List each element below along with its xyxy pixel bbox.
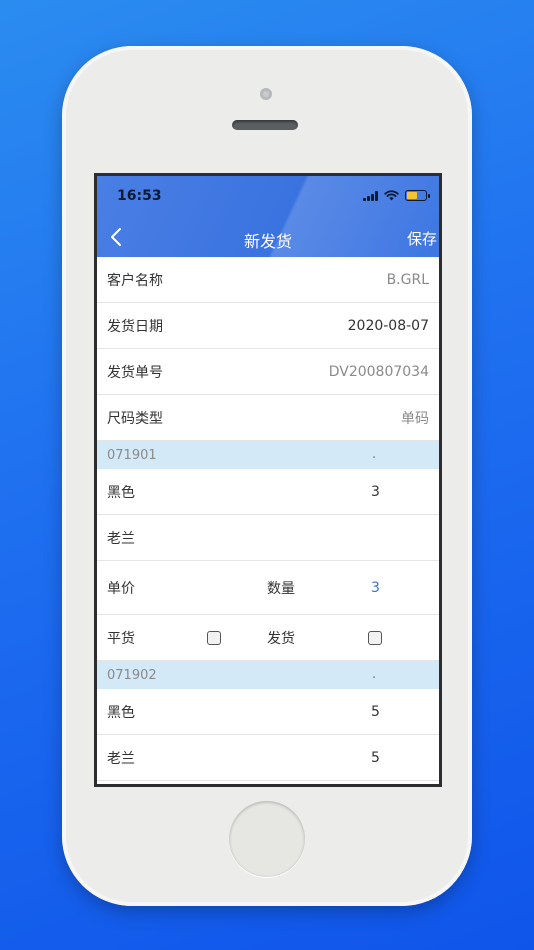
item-dot: . xyxy=(372,667,377,682)
save-button[interactable]: 保存 xyxy=(407,228,437,249)
size-type-value[interactable]: 单码 xyxy=(401,408,429,428)
item-color-qty: 5 xyxy=(371,703,380,720)
item-color-label: 黑色 xyxy=(107,704,135,721)
flat-goods-label: 平货 xyxy=(107,630,135,647)
speaker-grille xyxy=(232,120,298,130)
item-section-header: 071902 . xyxy=(97,661,439,689)
item-price-qty-row: 单价 数量 3 xyxy=(97,561,439,615)
nav-bar: 新发货 保存 xyxy=(97,216,439,257)
quantity-label: 数量 xyxy=(267,580,295,597)
wifi-icon xyxy=(384,190,399,201)
page-title: 新发货 xyxy=(243,232,292,251)
item-code: 071902 xyxy=(107,667,157,683)
item-code: 071901 xyxy=(107,447,157,463)
item-color-row: 黑色 3 xyxy=(97,469,439,515)
ship-checkbox[interactable] xyxy=(368,630,382,645)
status-bar: 16:53 xyxy=(97,176,439,216)
ship-number-value[interactable]: DV200807034 xyxy=(329,364,429,380)
size-type-row[interactable]: 尺码类型 单码 xyxy=(97,395,439,441)
item-color-label: 黑色 xyxy=(107,484,135,501)
ship-number-label: 发货单号 xyxy=(107,364,163,381)
phone-screen: 16:53 新发货 保存 客户名称 B.GRL 发货日期 2020-08-07 … xyxy=(94,173,442,787)
item-section-header: 071901 . xyxy=(97,441,439,469)
quantity-value[interactable]: 3 xyxy=(371,580,380,596)
ship-number-row[interactable]: 发货单号 DV200807034 xyxy=(97,349,439,395)
item-name-row: 老兰 xyxy=(97,515,439,561)
ship-date-value[interactable]: 2020-08-07 xyxy=(348,318,429,334)
battery-icon xyxy=(405,190,430,201)
status-time: 16:53 xyxy=(117,188,162,204)
ship-date-label: 发货日期 xyxy=(107,318,163,335)
customer-name-label: 客户名称 xyxy=(107,272,163,289)
item-color-row: 黑色 5 xyxy=(97,689,439,735)
item-color-qty: 3 xyxy=(371,483,380,500)
app-display: 16:53 新发货 保存 客户名称 B.GRL 发货日期 2020-08-07 … xyxy=(97,176,439,784)
item-name: 老兰 xyxy=(107,750,135,767)
camera-dot xyxy=(260,88,272,100)
status-icons xyxy=(363,190,430,201)
unit-price-label: 单价 xyxy=(107,580,135,597)
cellular-signal-icon xyxy=(363,190,378,201)
item-name: 老兰 xyxy=(107,530,135,547)
item-name-row: 老兰 5 xyxy=(97,735,439,781)
item-options-row: 平货 发货 xyxy=(97,615,439,661)
home-button[interactable] xyxy=(229,801,305,877)
top-bar: 16:53 新发货 保存 xyxy=(97,176,439,257)
ship-label: 发货 xyxy=(267,630,295,647)
item-name-qty: 5 xyxy=(371,749,380,766)
size-type-label: 尺码类型 xyxy=(107,410,163,427)
ship-date-row[interactable]: 发货日期 2020-08-07 xyxy=(97,303,439,349)
item-dot: . xyxy=(372,447,377,462)
flat-goods-checkbox[interactable] xyxy=(207,630,221,645)
customer-name-row[interactable]: 客户名称 B.GRL xyxy=(97,257,439,303)
customer-name-value[interactable]: B.GRL xyxy=(387,272,429,288)
